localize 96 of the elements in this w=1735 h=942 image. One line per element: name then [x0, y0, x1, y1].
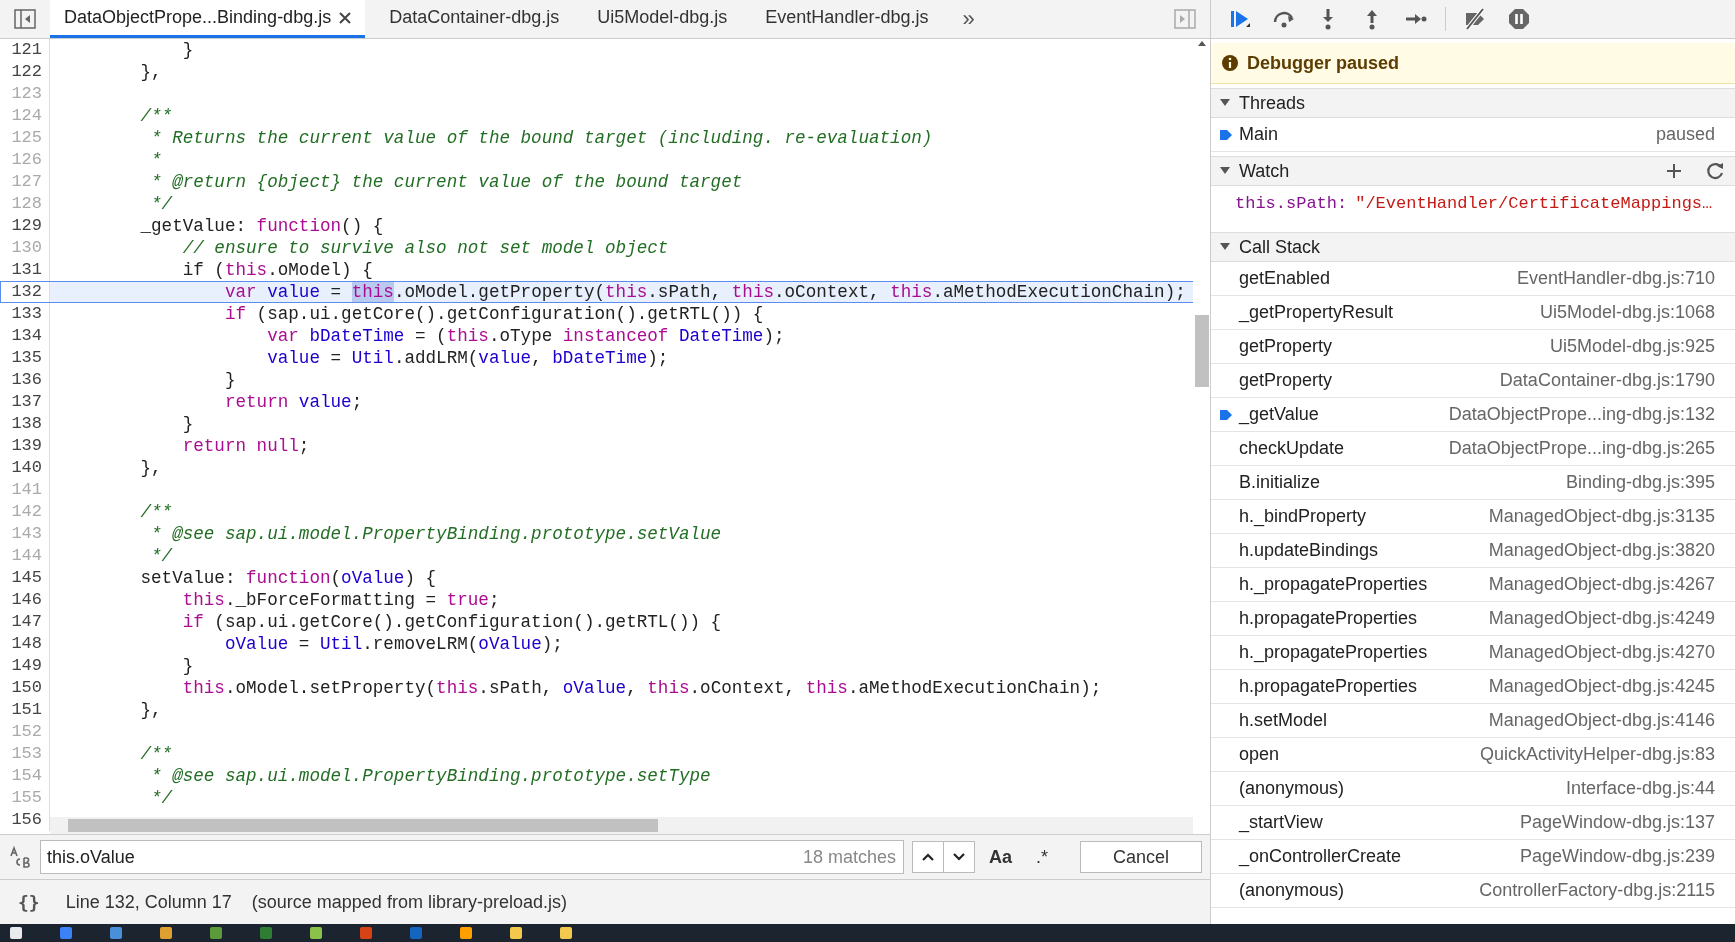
code-line: // ensure to survive also not set model object [181, 237, 669, 259]
code-line: oValue = Util.removeLRM(oValue); [223, 633, 563, 655]
call-frame-row[interactable]: h.updateBindings ManagedObject-dbg.js:3820 [1211, 534, 1735, 568]
taskbar-app-icon[interactable] [310, 927, 322, 939]
sidebar-toggle-icon[interactable] [14, 9, 36, 29]
code-line: * [150, 149, 162, 171]
code-line: * @return {object} the current value of the bound target [150, 171, 743, 193]
close-icon[interactable] [339, 11, 352, 24]
regex-button[interactable]: .* [1026, 841, 1058, 873]
call-frame-row[interactable]: _onControllerCreate PageWindow-dbg.js:239 [1211, 840, 1735, 874]
editor-tab[interactable]: DataObjectPrope...Binding-dbg.js [50, 0, 366, 38]
call-frame-row[interactable]: h.propagateProperties ManagedObject-dbg.js:4249 [1211, 602, 1735, 636]
call-frame-row[interactable]: h._propagateProperties ManagedObject-dbg.js:4267 [1211, 568, 1735, 602]
code-line: * @see sap.ui.model.PropertyBinding.prototype.setValue [150, 523, 722, 545]
code-line: return null; [181, 435, 310, 457]
taskbar-app-icon[interactable] [60, 927, 72, 939]
code-line: this.oModel.setProperty(this.sPath, oValue, this.oContext, this.aMethodExecutionChain); [181, 677, 1102, 699]
code-line: /** [139, 743, 173, 765]
scrollbar-thumb[interactable] [1194, 315, 1209, 387]
code-line: /** [139, 501, 173, 523]
more-tabs-button[interactable]: » [952, 6, 985, 32]
code-line: /** [139, 105, 173, 127]
code-line: _getValue: function() { [139, 215, 384, 237]
call-frame-row[interactable]: h.propagateProperties ManagedObject-dbg.js:4245 [1211, 670, 1735, 704]
taskbar-app-icon[interactable] [510, 927, 522, 939]
call-frame-row[interactable]: _getValue DataObjectPrope...ing-dbg.js:132 [1211, 398, 1735, 432]
call-frame-row[interactable]: getProperty Ui5Model-dbg.js:925 [1211, 330, 1735, 364]
call-frame-row[interactable]: getEnabled EventHandler-dbg.js:710 [1211, 262, 1735, 296]
code-line: value = Util.addLRM(value, bDateTime); [266, 347, 669, 369]
code-line: */ [150, 787, 173, 809]
call-frame-row[interactable]: getProperty DataContainer-dbg.js:1790 [1211, 364, 1735, 398]
taskbar-app-icon[interactable] [460, 927, 472, 939]
taskbar-app-icon[interactable] [360, 927, 372, 939]
code-line: if (sap.ui.getCore().getConfiguration().getRTL()) { [223, 303, 764, 325]
chevron-down-icon [952, 852, 966, 862]
editor-tab[interactable]: DataContainer-dbg.js [375, 0, 574, 38]
code-line: return value; [223, 391, 363, 413]
match-count: 18 matches [802, 847, 896, 868]
cursor-position: Line 132, Column 17 [65, 891, 232, 913]
taskbar-app-icon[interactable] [110, 927, 122, 939]
call-frame-row[interactable]: _startView PageWindow-dbg.js:137 [1211, 806, 1735, 840]
code-line: var bDateTime = (this.oType instanceof DateTime); [266, 325, 785, 347]
call-frame-row[interactable]: h.setModel ManagedObject-dbg.js:4146 [1211, 704, 1735, 738]
taskbar-app-icon[interactable] [10, 927, 22, 939]
taskbar-app-icon[interactable] [210, 927, 222, 939]
info-icon [1221, 54, 1239, 72]
cancel-button[interactable]: Cancel [1080, 841, 1202, 873]
editor-tab[interactable]: EventHandler-dbg.js [751, 0, 943, 38]
call-frame-row[interactable]: checkUpdate DataObjectPrope...ing-dbg.js:265 [1211, 432, 1735, 466]
call-frame-row[interactable]: h._propagateProperties ManagedObject-dbg.js:4270 [1211, 636, 1735, 670]
taskbar-app-icon[interactable] [160, 927, 172, 939]
call-frame-row[interactable]: _getPropertyResult Ui5Model-dbg.js:1068 [1211, 296, 1735, 330]
code-line: if (this.oModel) { [181, 259, 373, 281]
code-line: } [223, 369, 236, 391]
section-header[interactable]: Watch [1211, 156, 1735, 186]
chevron-up-icon [921, 852, 935, 862]
code-line: * @see sap.ui.model.PropertyBinding.prototype.setType [150, 765, 711, 787]
pretty-print-button[interactable]: {} [12, 886, 46, 918]
section-header[interactable]: Threads [1211, 88, 1735, 118]
code-line: if (sap.ui.getCore().getConfiguration().getRTL()) { [181, 611, 722, 633]
pause-on-exceptions-icon[interactable] [1507, 7, 1531, 31]
horizontal-scrollbar[interactable] [50, 817, 1193, 834]
add-icon[interactable] [1665, 162, 1683, 180]
code-line: } [181, 39, 194, 61]
call-frame-row[interactable]: open QuickActivityHelper-dbg.js:83 [1211, 738, 1735, 772]
source-map-note: (source mapped from library-preload.js) [251, 891, 567, 913]
call-frame-row[interactable]: (anonymous) ControllerFactory-dbg.js:2115 [1211, 874, 1735, 908]
code-line: }, [139, 61, 162, 83]
call-frame-row[interactable]: h._bindProperty ManagedObject-dbg.js:3135 [1211, 500, 1735, 534]
scrollbar-thumb[interactable] [68, 819, 658, 832]
code-line: } [181, 413, 194, 435]
code-line: }, [139, 457, 162, 479]
line-number: 132 [0, 281, 50, 303]
deactivate-breakpoints-icon[interactable] [1463, 7, 1487, 31]
sidebar-toggle-icon[interactable] [1174, 9, 1196, 29]
code-line: this._bForceFormatting = true; [181, 589, 500, 611]
paused-message: Debugger paused [1247, 52, 1400, 74]
code-line: }, [139, 699, 162, 721]
call-frame-row[interactable]: B.initialize Binding-dbg.js:395 [1211, 466, 1735, 500]
code-line: */ [150, 193, 173, 215]
replace-toggle-icon[interactable] [8, 845, 32, 869]
code-line: var value = this.oModel.getProperty(this.sPath, this.oContext, this.aMethodExecutionChain); [223, 281, 1186, 303]
previous-match-button[interactable] [912, 841, 944, 873]
thread-row[interactable]: Main paused [1211, 118, 1735, 152]
code-line: setValue: function(oValue) { [139, 567, 437, 589]
editor-tab[interactable]: Ui5Model-dbg.js [583, 0, 742, 38]
match-case-button[interactable]: Aa [983, 841, 1018, 873]
next-match-button[interactable] [943, 841, 975, 873]
code-line: } [181, 655, 194, 677]
taskbar-app-icon[interactable] [560, 927, 572, 939]
watch-expression: this.sPath: "/EventHandler/CertificateMappings… [1234, 192, 1714, 215]
section-header[interactable]: Call Stack [1211, 232, 1735, 262]
code-line: */ [150, 545, 173, 567]
call-frame-row[interactable]: (anonymous) Interface-dbg.js:44 [1211, 772, 1735, 806]
refresh-icon[interactable] [1705, 161, 1725, 181]
code-line: * Returns the current value of the bound target (including. re-evaluation) [150, 127, 933, 149]
